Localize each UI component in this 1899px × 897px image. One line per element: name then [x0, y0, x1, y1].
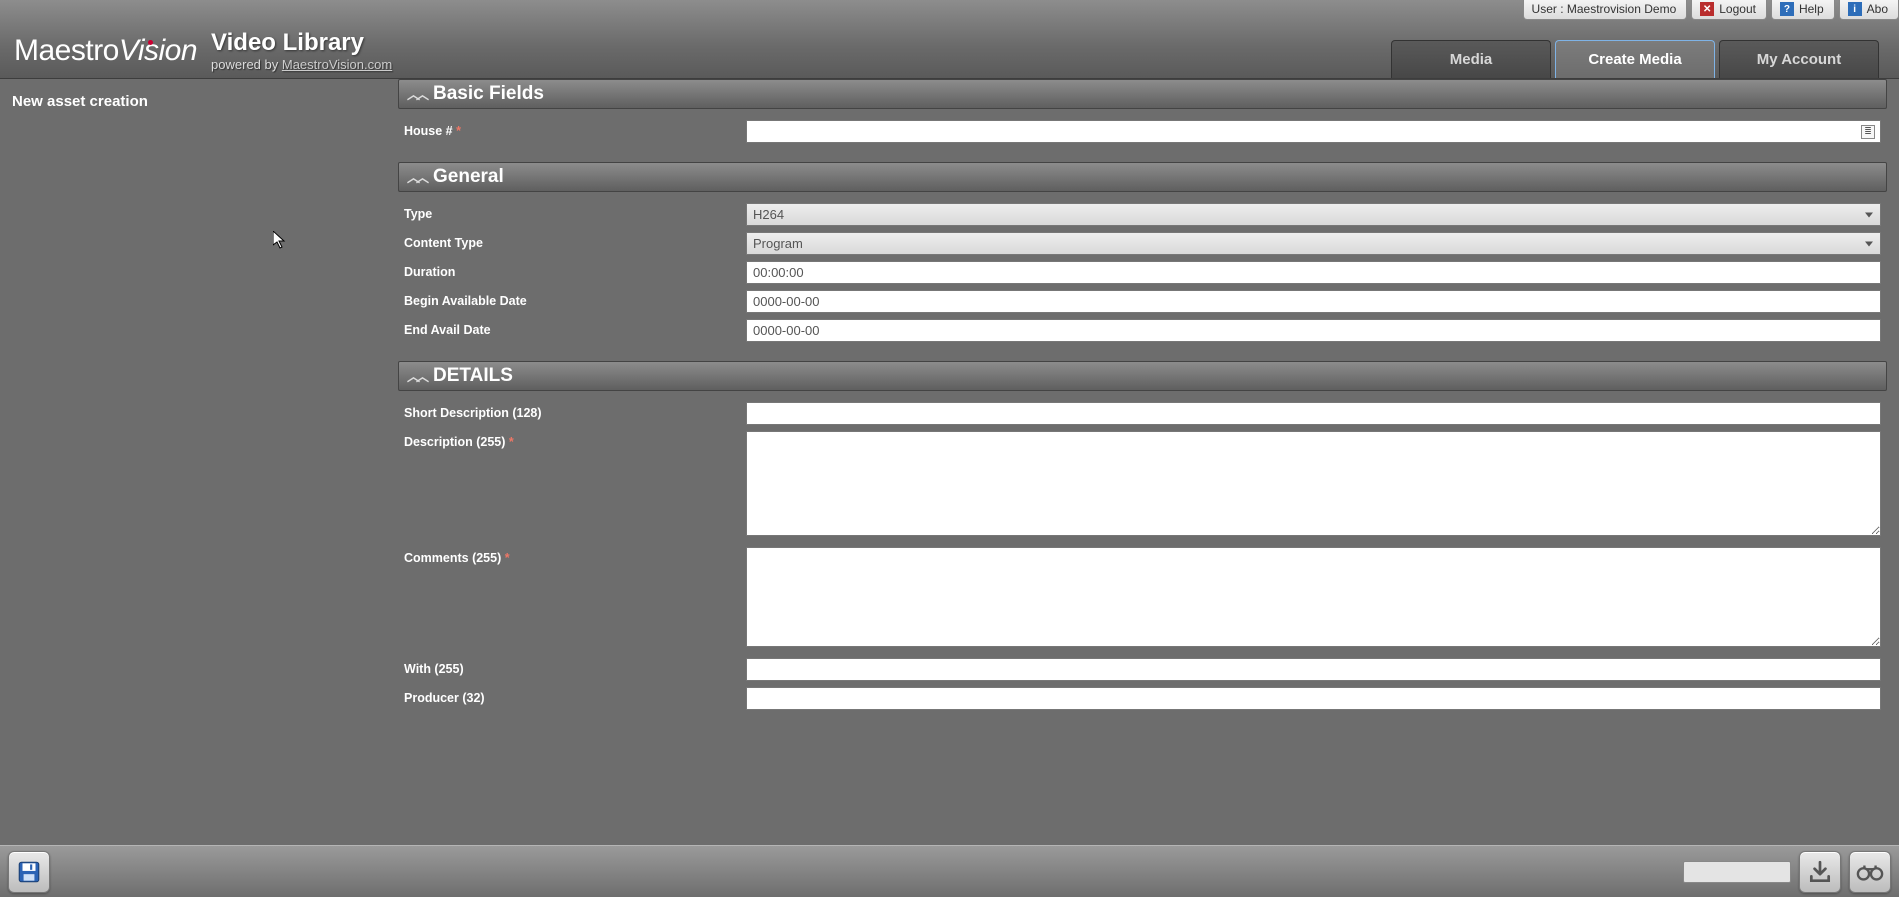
with-label: With (255) [404, 658, 746, 676]
section-basic-body: House # * ≣ [398, 109, 1887, 160]
search-button[interactable] [1849, 851, 1891, 893]
chevron-up-icon: ︿︿ [407, 370, 425, 383]
duration-label: Duration [404, 261, 746, 279]
about-button[interactable]: i Abo [1839, 0, 1899, 20]
desc-label: Description (255) * [404, 431, 746, 449]
chevron-up-icon: ︿︿ [407, 88, 425, 101]
house-input[interactable] [746, 120, 1881, 143]
download-icon [1807, 859, 1833, 885]
help-label: Help [1799, 2, 1824, 16]
download-button[interactable] [1799, 851, 1841, 893]
with-input[interactable] [746, 658, 1881, 681]
comments-textarea[interactable] [746, 547, 1881, 647]
footer [0, 845, 1899, 897]
short-desc-label: Short Description (128) [404, 402, 746, 420]
nav-tabs: Media Create Media My Account [1391, 40, 1879, 78]
logo-block: MaestroVision Video Library powered by M… [0, 29, 392, 78]
desc-textarea[interactable] [746, 431, 1881, 536]
section-basic-header[interactable]: ︿︿ Basic Fields [398, 79, 1887, 109]
comments-label: Comments (255) * [404, 547, 746, 565]
tab-create-media[interactable]: Create Media [1555, 40, 1715, 78]
close-icon: ✕ [1700, 2, 1714, 16]
producer-input[interactable] [746, 687, 1881, 710]
section-details-header[interactable]: ︿︿ DETAILS [398, 361, 1887, 391]
about-label: Abo [1867, 2, 1888, 16]
type-label: Type [404, 203, 746, 221]
producer-label: Producer (32) [404, 687, 746, 705]
help-button[interactable]: ? Help [1771, 0, 1835, 20]
field-note-icon: ≣ [1861, 125, 1875, 139]
short-desc-input[interactable] [746, 402, 1881, 425]
tab-my-account[interactable]: My Account [1719, 40, 1879, 78]
section-details-body: Short Description (128) Description (255… [398, 391, 1887, 727]
section-general-header[interactable]: ︿︿ General [398, 162, 1887, 192]
tab-media[interactable]: Media [1391, 40, 1551, 78]
end-date-input[interactable] [746, 319, 1881, 342]
sidebar: New asset creation [0, 79, 398, 845]
help-icon: ? [1780, 2, 1794, 16]
save-icon [16, 859, 42, 885]
app-title: Video Library [211, 29, 392, 57]
duration-input[interactable] [746, 261, 1881, 284]
logo: MaestroVision [14, 34, 197, 68]
begin-date-input[interactable] [746, 290, 1881, 313]
main: New asset creation ︿︿ Basic Fields House… [0, 79, 1899, 845]
section-general-body: Type H264 Content Type Program Duration [398, 192, 1887, 359]
content-type-select[interactable]: Program [746, 232, 1881, 255]
user-text: User : Maestrovision Demo [1532, 2, 1677, 16]
sidebar-title: New asset creation [12, 93, 386, 110]
content-type-label: Content Type [404, 232, 746, 250]
powered-link[interactable]: MaestroVision.com [282, 57, 392, 72]
binoculars-icon [1856, 861, 1884, 883]
footer-search-input[interactable] [1683, 861, 1791, 883]
utility-bar: User : Maestrovision Demo ✕ Logout ? Hel… [1523, 0, 1899, 20]
user-label: User : Maestrovision Demo [1523, 0, 1688, 20]
begin-date-label: Begin Available Date [404, 290, 746, 308]
content: ︿︿ Basic Fields House # * ≣ ︿︿ General T… [398, 79, 1899, 845]
save-button[interactable] [8, 851, 50, 893]
powered-by: powered by MaestroVision.com [211, 57, 392, 72]
chevron-up-icon: ︿︿ [407, 171, 425, 184]
section-details-title: DETAILS [433, 365, 513, 387]
type-select[interactable]: H264 [746, 203, 1881, 226]
logout-label: Logout [1719, 2, 1756, 16]
end-date-label: End Avail Date [404, 319, 746, 337]
logout-button[interactable]: ✕ Logout [1691, 0, 1767, 20]
section-general-title: General [433, 166, 504, 188]
house-label: House # * [404, 120, 746, 138]
info-icon: i [1848, 2, 1862, 16]
section-basic-title: Basic Fields [433, 83, 544, 105]
